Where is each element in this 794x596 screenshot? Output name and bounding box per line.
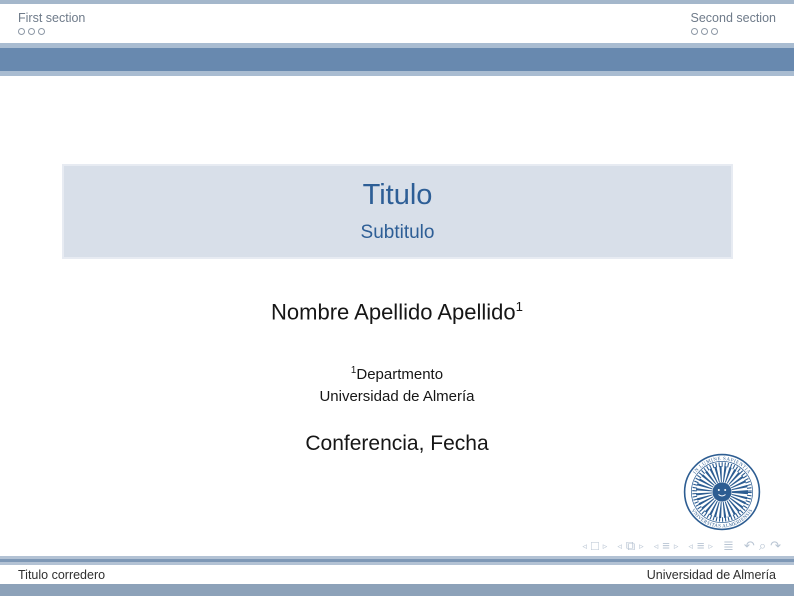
seal-face-left-eye xyxy=(718,489,720,491)
section-label-first[interactable]: First section xyxy=(18,11,85,25)
document-icon[interactable]: ≣ xyxy=(723,539,734,553)
frame-icon[interactable]: ⧉ xyxy=(626,539,635,553)
search-button[interactable]: ⌕ xyxy=(759,539,766,553)
bottom-accent-bar xyxy=(0,584,794,596)
subsection-icon[interactable]: ≡ xyxy=(662,539,670,553)
institute-university: Universidad de Almería xyxy=(0,386,794,408)
next-frame-button[interactable]: ▹ xyxy=(639,539,644,553)
frame-dot[interactable] xyxy=(18,28,25,35)
section-icon[interactable]: ≡ xyxy=(697,539,705,553)
slide-title: Titulo xyxy=(363,178,433,212)
section-nav-first: First section xyxy=(18,11,85,35)
slide-subtitle: Subtitulo xyxy=(361,221,435,245)
institute-department: Departmento xyxy=(356,366,443,383)
footer-short-title: Titulo corredero xyxy=(18,568,105,582)
subsection-nav-group: ◃ ≡ ▹ xyxy=(654,539,679,553)
frame-dots-first xyxy=(18,28,85,35)
conference-date-line: Conferencia, Fecha xyxy=(0,432,794,456)
section-nav-group: ◃ ≡ ▹ xyxy=(688,539,713,553)
title-box: Titulo Subtitulo xyxy=(62,164,733,259)
author-name: Nombre Apellido Apellido xyxy=(271,299,516,324)
frame-nav-group: ◃ ⧉ ▹ xyxy=(617,539,643,553)
forward-button[interactable]: ↷ xyxy=(770,539,781,553)
slide-icon[interactable]: □ xyxy=(591,539,599,553)
history-nav-group: ↶ ⌕ ↷ xyxy=(744,539,781,553)
prev-subsection-button[interactable]: ◃ xyxy=(654,539,659,553)
slide-nav-group: ◃ □ ▹ xyxy=(582,539,607,553)
seal-sun-face xyxy=(712,482,731,501)
university-seal-logo: IN LUMINE SAPIENTIA VNIVERSITAS ALMERIEN… xyxy=(682,452,762,532)
prev-slide-button[interactable]: ◃ xyxy=(582,539,587,553)
institute-department-line: 1Departmento xyxy=(0,360,794,386)
institute-block: 1Departmento Universidad de Almería xyxy=(0,360,794,408)
navigation-symbols-bar: ◃ □ ▹ ◃ ⧉ ▹ ◃ ≡ ▹ ◃ ≡ ▹ ≣ ↶ ⌕ ↷ xyxy=(582,539,781,553)
section-nav-second: Second section xyxy=(691,11,776,35)
back-button[interactable]: ↶ xyxy=(744,539,755,553)
header-band: First section Second section xyxy=(0,4,794,43)
beamer-title-slide: First section Second section Titulo Subt… xyxy=(0,0,794,596)
footer-band: Titulo corredero Universidad de Almería xyxy=(0,565,794,584)
next-subsection-button[interactable]: ▹ xyxy=(674,539,679,553)
footer-institution: Universidad de Almería xyxy=(647,568,776,582)
frame-dot[interactable] xyxy=(711,28,718,35)
prev-frame-button[interactable]: ◃ xyxy=(617,539,622,553)
seal-face-right-eye xyxy=(724,489,726,491)
prev-section-button[interactable]: ◃ xyxy=(688,539,693,553)
frame-dot[interactable] xyxy=(28,28,35,35)
frame-dot[interactable] xyxy=(701,28,708,35)
header-bar-bottom-stripe xyxy=(0,71,794,76)
header-bar xyxy=(0,43,794,76)
frame-dot[interactable] xyxy=(691,28,698,35)
frame-dot[interactable] xyxy=(38,28,45,35)
document-nav-group: ≣ xyxy=(723,539,734,553)
next-slide-button[interactable]: ▹ xyxy=(603,539,608,553)
section-label-second[interactable]: Second section xyxy=(691,11,776,25)
header-bar-middle-stripe xyxy=(0,48,794,71)
frame-dots-second xyxy=(691,28,776,35)
next-section-button[interactable]: ▹ xyxy=(708,539,713,553)
author-affiliation-mark: 1 xyxy=(516,299,523,314)
footer-separator xyxy=(0,556,794,565)
author-line: Nombre Apellido Apellido1 xyxy=(0,299,794,325)
